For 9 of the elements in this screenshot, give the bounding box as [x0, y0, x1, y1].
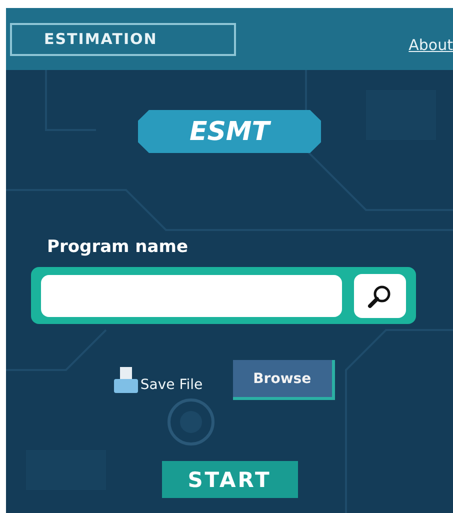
save-file-label: Save File [140, 377, 203, 393]
file-folder-icon [114, 367, 138, 393]
field-label: Program name [47, 237, 188, 257]
app-title: ESTIMATION [10, 22, 236, 56]
browse-button[interactable]: Browse [232, 360, 335, 400]
start-button[interactable]: START [162, 461, 298, 498]
search-button[interactable] [354, 274, 406, 318]
about-link[interactable]: About [408, 36, 453, 54]
logo-badge: ESMT [138, 110, 321, 153]
